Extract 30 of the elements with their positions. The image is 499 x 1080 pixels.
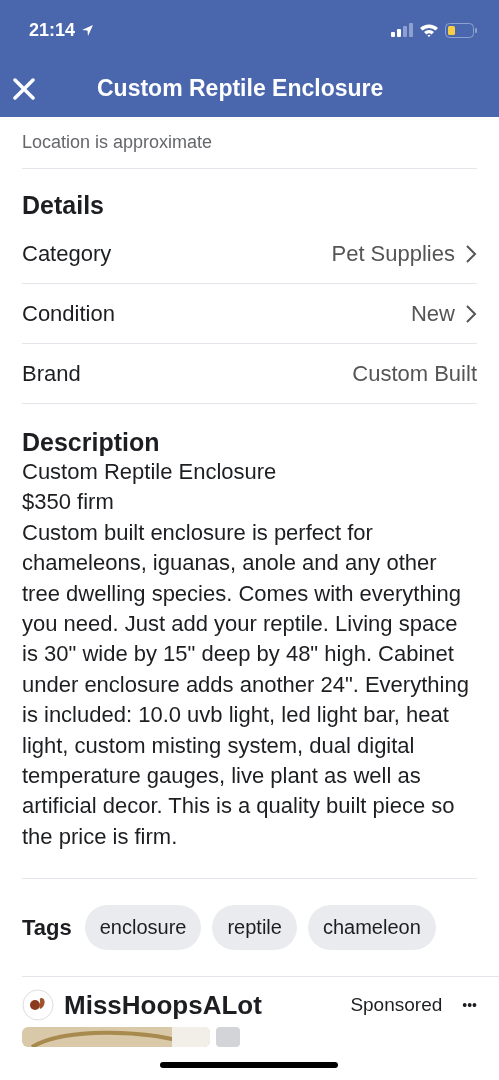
status-time: 21:14 [29, 19, 76, 41]
image-card [216, 1027, 240, 1048]
description-text: $350 firm [22, 488, 115, 517]
battery-icon [445, 22, 477, 38]
chevron-icon [465, 243, 477, 264]
detail-label: Category [22, 240, 113, 267]
chevron-icon [465, 303, 477, 324]
signal-icon [391, 23, 413, 37]
sponsored-label: Sponsored [350, 994, 443, 1017]
detail-value[interactable]: New [411, 300, 455, 327]
description-text: Custom Reptile Enclosure [22, 458, 278, 486]
tag-chip[interactable]: reptile [212, 905, 297, 951]
section-title: Description [22, 428, 161, 457]
more-button[interactable]: ••• [462, 997, 477, 1014]
tag-chip[interactable]: chameleon [307, 905, 436, 951]
detail-value[interactable]: Pet Supplies [331, 240, 455, 267]
close-icon[interactable] [13, 77, 35, 100]
detail-label: Brand [22, 360, 82, 387]
section-title: Details [22, 191, 105, 220]
page-title: Custom Reptile Enclosure [97, 75, 384, 102]
wifi-icon [419, 23, 439, 37]
seller-name[interactable]: MissHoopsALot [64, 989, 262, 1021]
tag-chip[interactable]: enclosure [84, 905, 202, 951]
detail-label: Condition [22, 300, 116, 327]
location-note: Location is approximate [22, 131, 214, 154]
tags-label: Tags [22, 914, 72, 941]
seller-avatar-icon [22, 989, 54, 1022]
detail-value: Custom Built [352, 360, 477, 387]
location-arrow-icon [81, 23, 95, 37]
description-text: Custom built enclosure is perfect for chameleons, iguanas, anole and any other tree dwelling species. Comes with everything you need. Just add your reptile. Living space is 30" wide by 15" deep by 48" high. Cabinet under enclosure adds another 24". Everything is included: 10.0 uvb light, led light bar, heat light, custom misting system, dual digital temperature gauges, live plant as well as artificial decor. This is a quality built piece so the price is firm. [22, 518, 470, 851]
